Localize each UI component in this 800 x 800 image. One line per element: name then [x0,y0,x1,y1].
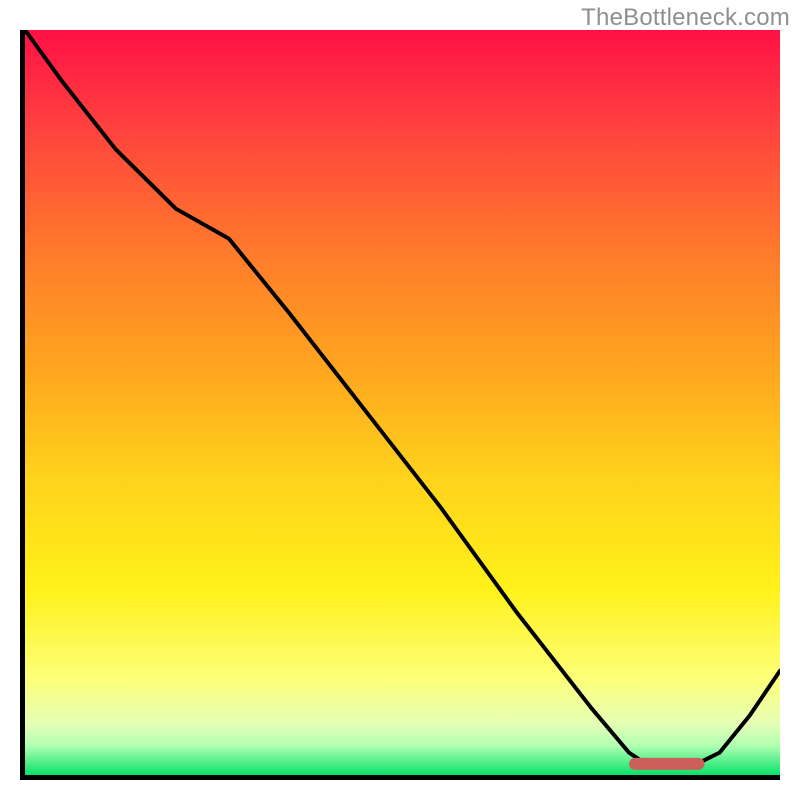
optimal-marker [629,758,705,770]
watermark: TheBottleneck.com [581,4,790,32]
gradient-fill [25,30,780,775]
chart-svg [25,30,780,775]
chart-area [20,30,780,780]
